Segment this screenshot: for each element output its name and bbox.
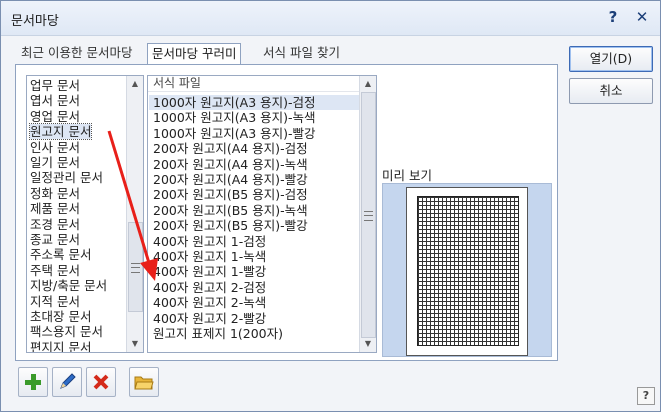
category-item[interactable]: 엽서 문서 — [30, 93, 80, 108]
delete-button[interactable] — [86, 367, 116, 397]
add-icon — [25, 374, 41, 390]
help-icon[interactable]: ? — [604, 8, 622, 26]
window-title: 문서마당 — [11, 14, 59, 29]
template-file-item[interactable]: 1000자 원고지(A3 용지)-빨강 — [153, 126, 316, 141]
title-bar: 문서마당 ? ✕ — [1, 1, 660, 36]
help-button[interactable]: ? — [637, 387, 655, 405]
category-item[interactable]: 지적 문서 — [30, 294, 80, 309]
scroll-down-icon[interactable]: ▼ — [127, 336, 143, 352]
category-item[interactable]: 지방/축문 문서 — [30, 278, 107, 293]
category-item[interactable]: 팩스용지 문서 — [30, 324, 103, 339]
category-item[interactable]: 정화 문서 — [30, 186, 80, 201]
category-scrollbar[interactable]: ▲ ▼ — [126, 76, 143, 352]
scroll-thumb[interactable] — [361, 92, 376, 338]
template-file-item[interactable]: 400자 원고지 1-검정 — [153, 234, 266, 249]
scroll-thumb[interactable] — [128, 222, 143, 312]
open-button[interactable]: 열기(D) — [569, 46, 653, 72]
edit-icon — [60, 373, 76, 389]
template-file-item[interactable]: 1000자 원고지(A3 용지)-검정 — [149, 95, 360, 110]
template-file-item[interactable]: 400자 원고지 2-녹색 — [153, 295, 266, 310]
scroll-up-icon[interactable]: ▲ — [127, 76, 143, 92]
tab-find-template[interactable]: 서식 파일 찾기 — [259, 43, 344, 64]
category-item[interactable]: 일기 문서 — [30, 155, 80, 170]
category-item[interactable]: 조경 문서 — [30, 217, 80, 232]
document-template-dialog: 문서마당 ? ✕ 최근 이용한 문서마당 문서마당 꾸러미 서식 파일 찾기 업… — [0, 0, 661, 412]
edit-button[interactable] — [52, 367, 82, 397]
category-item[interactable]: 주소록 문서 — [30, 247, 91, 262]
delete-icon — [93, 374, 109, 390]
template-file-item[interactable]: 원고지 표제지 1(200자) — [153, 326, 283, 341]
folder-icon — [134, 376, 154, 390]
preview-label: 미리 보기 — [382, 168, 432, 183]
preview-page — [406, 187, 528, 356]
column-header-template-file[interactable]: 서식 파일 — [148, 76, 360, 92]
category-item[interactable]: 영업 문서 — [30, 109, 80, 124]
category-item[interactable]: 업무 문서 — [30, 78, 80, 93]
template-file-item[interactable]: 200자 원고지(B5 용지)-빨강 — [153, 218, 308, 233]
scroll-down-icon[interactable]: ▼ — [360, 336, 376, 352]
category-item[interactable]: 인사 문서 — [30, 140, 80, 155]
template-file-item[interactable]: 400자 원고지 1-녹색 — [153, 249, 266, 264]
open-folder-button[interactable] — [129, 367, 159, 397]
template-file-item[interactable]: 400자 원고지 1-빨강 — [153, 264, 266, 279]
tab-recent[interactable]: 최근 이용한 문서마당 — [17, 43, 136, 64]
category-list[interactable]: 업무 문서 엽서 문서 영업 문서 원고지 문서 인사 문서 일기 문서 일정관리 문서 정화… — [26, 75, 144, 353]
add-button[interactable] — [18, 367, 48, 397]
template-file-item[interactable]: 400자 원고지 2-빨강 — [153, 311, 266, 326]
template-file-list[interactable]: 서식 파일 1000자 원고지(A3 용지)-검정 1000자 원고지(A3 용지… — [147, 75, 377, 353]
file-scrollbar[interactable]: ▲ ▼ — [359, 76, 376, 352]
preview-pane — [382, 183, 552, 357]
category-item[interactable]: 종교 문서 — [30, 232, 80, 247]
tab-package[interactable]: 문서마당 꾸러미 — [147, 43, 242, 66]
scroll-up-icon[interactable]: ▲ — [360, 76, 376, 92]
template-file-item[interactable]: 200자 원고지(A4 용지)-검정 — [153, 141, 308, 156]
template-file-item[interactable]: 200자 원고지(A4 용지)-녹색 — [153, 157, 308, 172]
template-file-item[interactable]: 200자 원고지(B5 용지)-검정 — [153, 187, 308, 202]
template-file-item[interactable]: 200자 원고지(A4 용지)-빨강 — [153, 172, 308, 187]
category-item[interactable]: 초대장 문서 — [30, 309, 91, 324]
category-item[interactable]: 편지지 문서 — [30, 340, 91, 352]
category-item[interactable]: 제품 문서 — [30, 201, 80, 216]
category-item[interactable]: 원고지 문서 — [28, 123, 93, 141]
template-file-item[interactable]: 400자 원고지 2-검정 — [153, 280, 266, 295]
category-item[interactable]: 주택 문서 — [30, 263, 80, 278]
template-file-item[interactable]: 1000자 원고지(A3 용지)-녹색 — [153, 110, 316, 125]
manuscript-grid — [417, 196, 519, 346]
template-file-item[interactable]: 200자 원고지(B5 용지)-녹색 — [153, 203, 308, 218]
category-item[interactable]: 일정관리 문서 — [30, 170, 103, 185]
close-icon[interactable]: ✕ — [633, 8, 651, 26]
cancel-button[interactable]: 취소 — [569, 78, 653, 104]
